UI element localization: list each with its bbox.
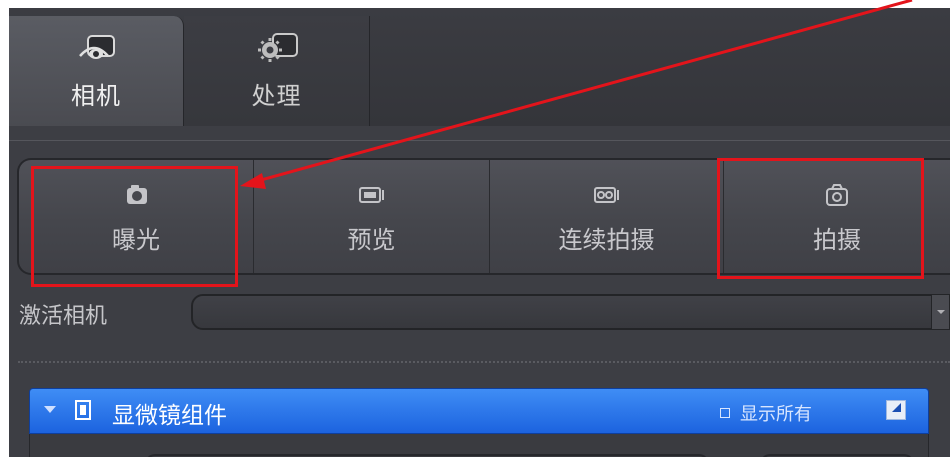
video-preview-icon (355, 182, 389, 208)
active-camera-row: 激活相机 (9, 292, 950, 332)
continuous-capture-button[interactable]: 连续拍摄 (490, 160, 724, 273)
show-all-toggle[interactable]: 显示所有 (720, 400, 812, 426)
section-content (29, 434, 929, 457)
show-all-checkbox[interactable] (720, 408, 730, 418)
tab-camera[interactable]: 相机 (9, 16, 184, 126)
microscope-components-icon (75, 400, 91, 420)
annotation-box-exposure (31, 166, 238, 287)
collapse-arrow-icon[interactable] (44, 406, 56, 413)
preview-label: 预览 (347, 226, 396, 254)
active-camera-select[interactable] (191, 294, 933, 330)
tab-process-label: 处理 (251, 82, 302, 110)
section-divider (18, 361, 950, 363)
divider (9, 140, 950, 141)
chevron-down-icon[interactable] (931, 294, 950, 330)
tab-strip: 相机 处理 (9, 8, 950, 127)
popout-icon[interactable] (886, 400, 906, 420)
annotation-box-snap (717, 158, 924, 279)
active-camera-label: 激活相机 (19, 304, 108, 329)
continuous-capture-icon (590, 182, 624, 208)
microscope-components-header[interactable]: 显微镜组件 显示所有 (29, 388, 929, 434)
tab-process[interactable]: 处理 (184, 16, 370, 126)
continuous-capture-label: 连续拍摄 (558, 226, 655, 254)
preview-button[interactable]: 预览 (254, 160, 490, 273)
camera-eye-icon (74, 30, 118, 70)
show-all-label: 显示所有 (740, 404, 812, 425)
section-title: 显微镜组件 (112, 403, 227, 429)
gear-process-icon (255, 30, 299, 70)
tab-camera-label: 相机 (71, 82, 121, 110)
